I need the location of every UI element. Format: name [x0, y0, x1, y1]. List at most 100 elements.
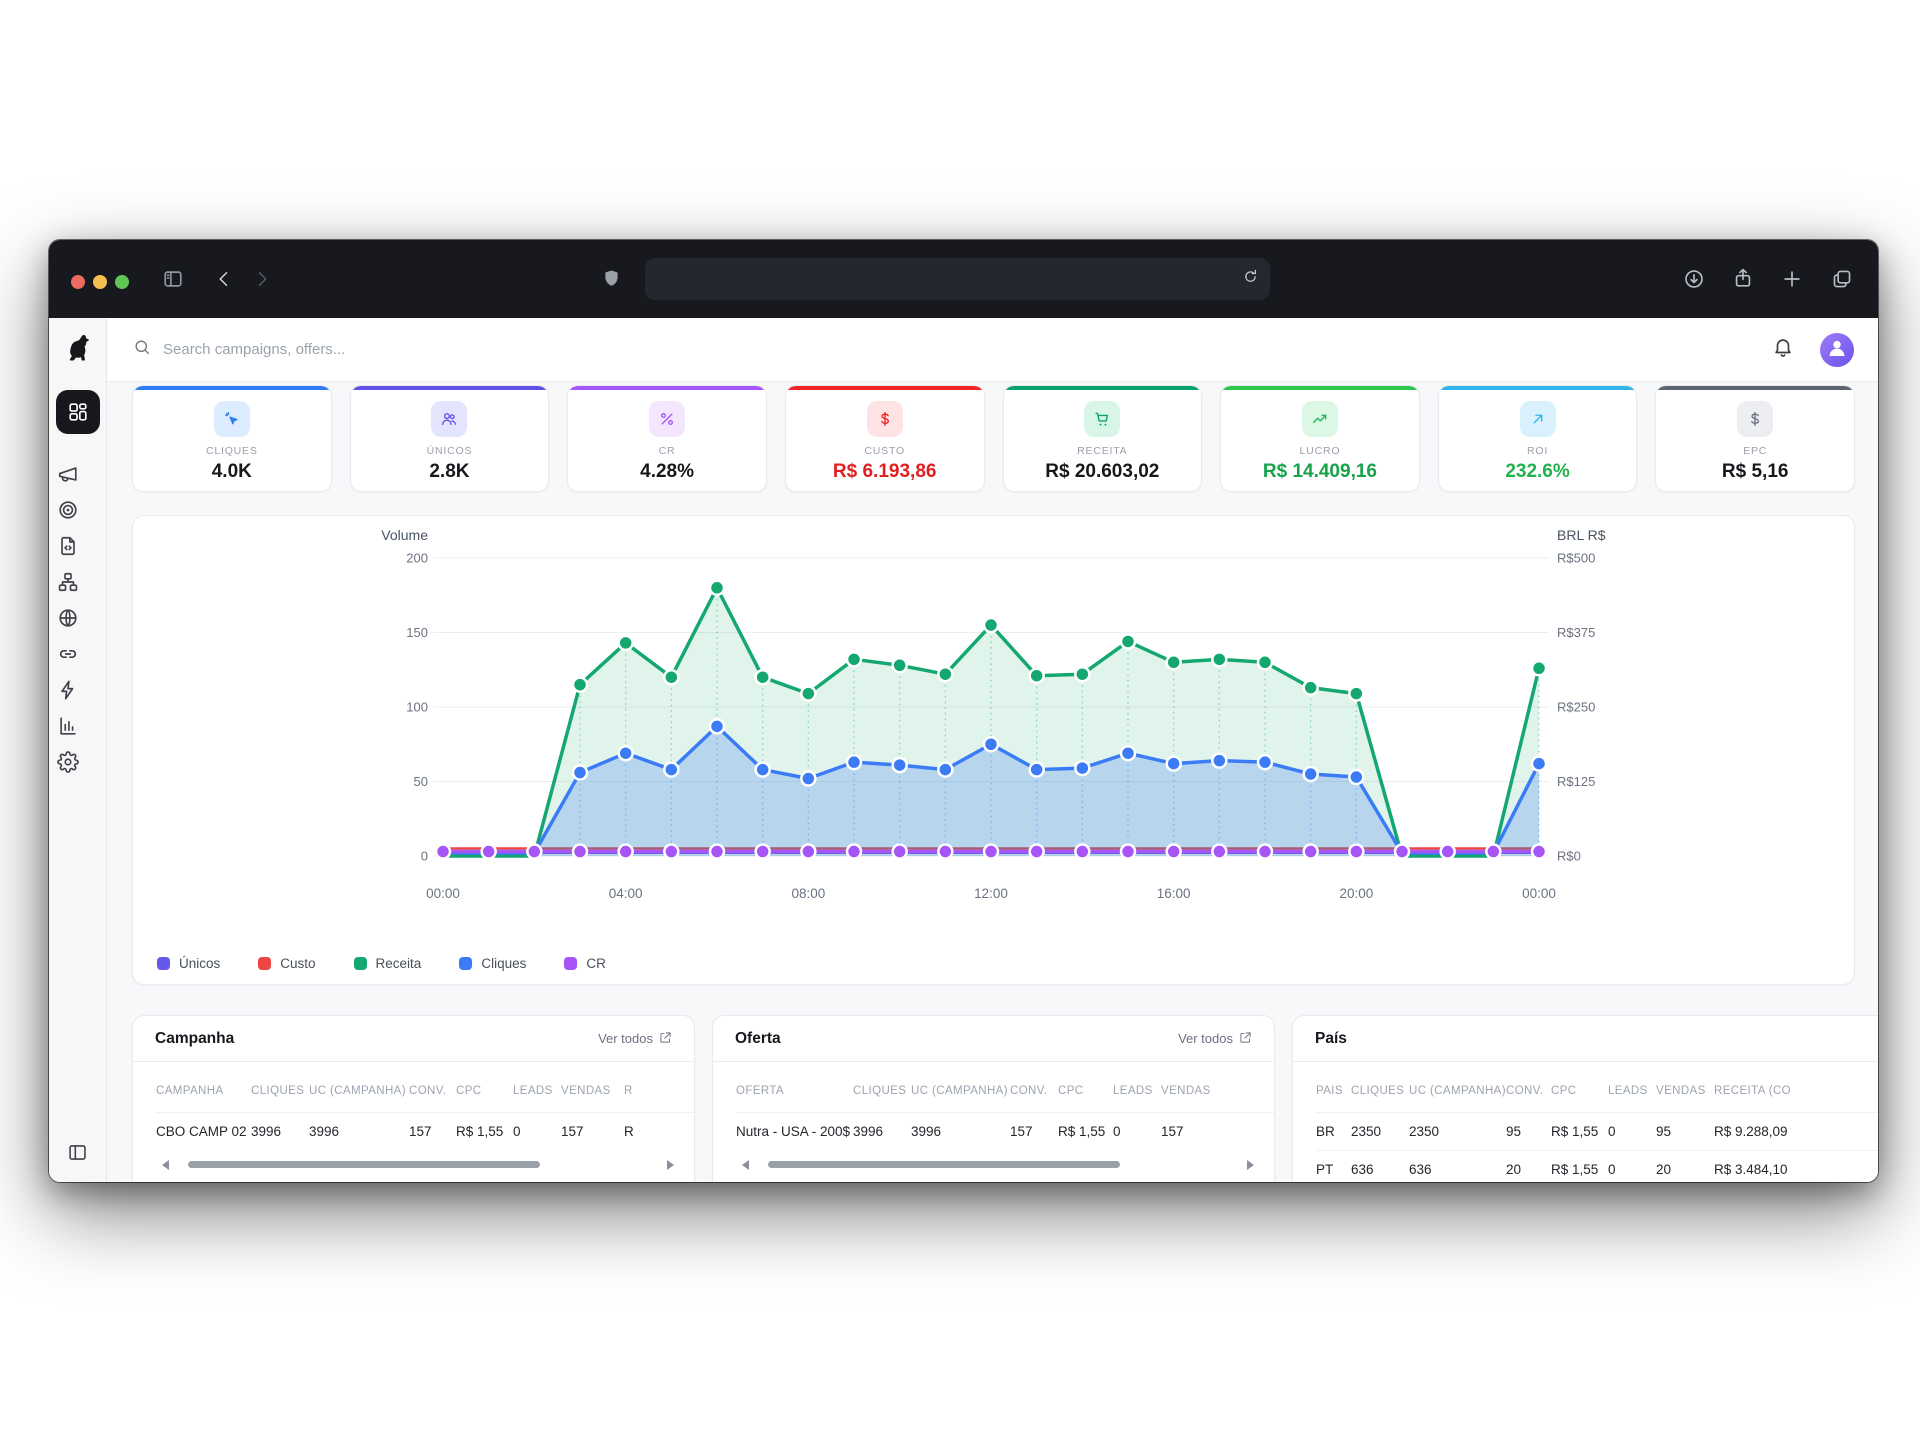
- reload-icon[interactable]: [1242, 268, 1259, 290]
- kpi-accent-bar: [1656, 386, 1854, 390]
- notifications-bell-icon[interactable]: [1772, 336, 1794, 363]
- table-cell: BR: [1316, 1124, 1351, 1139]
- table-cell: 157: [1161, 1124, 1251, 1139]
- link-label: Ver todos: [598, 1031, 653, 1046]
- legend-item-únicos[interactable]: Únicos: [157, 956, 220, 971]
- sidebar-item-landing-pages[interactable]: [56, 534, 80, 558]
- sidebar-item-automation[interactable]: [56, 678, 80, 702]
- search-input[interactable]: [163, 341, 583, 358]
- sidebar-item-links[interactable]: [56, 642, 80, 666]
- kpi-card-únicos: ÚNICOS2.8K: [350, 385, 550, 492]
- ver-todos-link[interactable]: Ver todos: [598, 1031, 672, 1047]
- table-cell: 0: [513, 1124, 561, 1139]
- kpi-label: CLIQUES: [206, 445, 258, 457]
- scroll-right-icon[interactable]: [1247, 1160, 1254, 1170]
- kpi-label: LUCRO: [1300, 445, 1341, 457]
- table-card-campanha: CampanhaVer todosCAMPANHACLIQUESUC (CAMP…: [132, 1015, 695, 1182]
- kpi-card-receita: RECEITAR$ 20.603,02: [1003, 385, 1203, 492]
- table-cell: Nutra - USA - 200$: [736, 1124, 853, 1139]
- table-title: País: [1315, 1030, 1347, 1048]
- sidebar-item-funnels[interactable]: [56, 570, 80, 594]
- table-title: Campanha: [155, 1030, 234, 1048]
- legend-item-cliques[interactable]: Cliques: [459, 956, 526, 971]
- table-cell: 0: [1608, 1162, 1656, 1177]
- table-cell: 157: [561, 1124, 624, 1139]
- svg-text:04:00: 04:00: [609, 886, 643, 901]
- table-row: Nutra - USA - 200$39963996157R$ 1,550157: [736, 1112, 1274, 1150]
- downloads-icon[interactable]: [1683, 268, 1705, 290]
- scrollbar-thumb[interactable]: [188, 1161, 540, 1168]
- forward-icon[interactable]: [252, 269, 272, 289]
- new-tab-icon[interactable]: [1781, 268, 1803, 290]
- url-bar[interactable]: [645, 258, 1270, 300]
- table-cell: 2350: [1409, 1124, 1506, 1139]
- svg-text:R$250: R$250: [1557, 700, 1595, 715]
- legend-item-cr[interactable]: CR: [564, 956, 606, 971]
- browser-window: CLIQUES4.0KÚNICOS2.8KCR4.28%CUSTOR$ 6.19…: [49, 240, 1878, 1182]
- window-zoom-button[interactable]: [115, 275, 129, 289]
- column-header: RECEITA (CO: [1714, 1085, 1834, 1097]
- privacy-shield-icon[interactable]: [601, 268, 622, 289]
- table-cell: 20: [1506, 1162, 1551, 1177]
- dog-logo[interactable]: [62, 332, 94, 369]
- table-title: Oferta: [735, 1030, 781, 1048]
- column-header: LEADS: [1608, 1085, 1656, 1097]
- kpi-card-cr: CR4.28%: [567, 385, 767, 492]
- column-header: PAÍS: [1316, 1085, 1351, 1097]
- scrollbar-thumb[interactable]: [768, 1161, 1120, 1168]
- sidebar-item-dashboard[interactable]: [56, 390, 100, 434]
- kpi-accent-bar: [351, 386, 549, 390]
- svg-text:BRL R$: BRL R$: [1557, 527, 1606, 543]
- breakdown-tables: CampanhaVer todosCAMPANHACLIQUESUC (CAMP…: [132, 1015, 1855, 1182]
- volume-revenue-chart: 0R$050R$125100R$250150R$375200R$500Volum…: [133, 516, 1854, 984]
- svg-text:R$375: R$375: [1557, 625, 1595, 640]
- sidebar-toggle-icon[interactable]: [162, 268, 184, 290]
- person-icon: [1825, 335, 1849, 364]
- window-close-button[interactable]: [71, 275, 85, 289]
- svg-text:200: 200: [406, 551, 428, 566]
- kpi-label: ROI: [1527, 445, 1548, 457]
- table-cell: 157: [1010, 1124, 1058, 1139]
- table-cell: 636: [1351, 1162, 1409, 1177]
- svg-text:R$500: R$500: [1557, 551, 1595, 566]
- column-header: VENDAS: [1161, 1085, 1251, 1097]
- horizontal-scrollbar[interactable]: [736, 1155, 1254, 1175]
- table-row: BR2350235095R$ 1,55095R$ 9.288,09: [1316, 1112, 1878, 1150]
- sidebar-item-settings[interactable]: [56, 750, 80, 774]
- horizontal-scrollbar[interactable]: [156, 1155, 674, 1175]
- column-header: UC (CAMPANHA): [1409, 1085, 1506, 1097]
- sidebar-item-offers[interactable]: [56, 498, 80, 522]
- legend-color-dot: [157, 957, 170, 970]
- app-header: [107, 318, 1878, 381]
- traffic-chart-card: 0R$050R$125100R$250150R$375200R$500Volum…: [132, 515, 1855, 985]
- back-icon[interactable]: [214, 269, 234, 289]
- window-minimize-button[interactable]: [93, 275, 107, 289]
- table-cell: R$ 1,55: [456, 1124, 513, 1139]
- legend-item-custo[interactable]: Custo: [258, 956, 315, 971]
- table-cell: 157: [409, 1124, 456, 1139]
- ver-todos-link[interactable]: Ver todos: [1178, 1031, 1252, 1047]
- avatar[interactable]: [1820, 333, 1854, 367]
- sidebar-item-reports[interactable]: [56, 714, 80, 738]
- sidebar-item-domains[interactable]: [56, 606, 80, 630]
- kpi-value: 232.6%: [1505, 461, 1569, 483]
- scroll-left-icon[interactable]: [162, 1160, 169, 1170]
- legend-label: Custo: [280, 956, 315, 971]
- collapse-sidebar-icon[interactable]: [67, 1142, 88, 1168]
- scroll-right-icon[interactable]: [667, 1160, 674, 1170]
- kpi-accent-bar: [1439, 386, 1637, 390]
- table-cell: 636: [1409, 1162, 1506, 1177]
- table-row: CBO CAMP 0239963996157R$ 1,550157R: [156, 1112, 694, 1150]
- share-icon[interactable]: [1732, 267, 1754, 289]
- scroll-left-icon[interactable]: [742, 1160, 749, 1170]
- cart-icon: [1084, 401, 1120, 437]
- dollar-icon: [1737, 401, 1773, 437]
- search-icon: [133, 338, 151, 361]
- tab-overview-icon[interactable]: [1831, 268, 1853, 290]
- header-divider: [49, 381, 1878, 382]
- sidebar-item-campaigns[interactable]: [56, 462, 80, 486]
- kpi-card-custo: CUSTOR$ 6.193,86: [785, 385, 985, 492]
- legend-item-receita[interactable]: Receita: [354, 956, 422, 971]
- kpi-card-roi: ROI 232.6%: [1438, 385, 1638, 492]
- column-header: LEADS: [513, 1085, 561, 1097]
